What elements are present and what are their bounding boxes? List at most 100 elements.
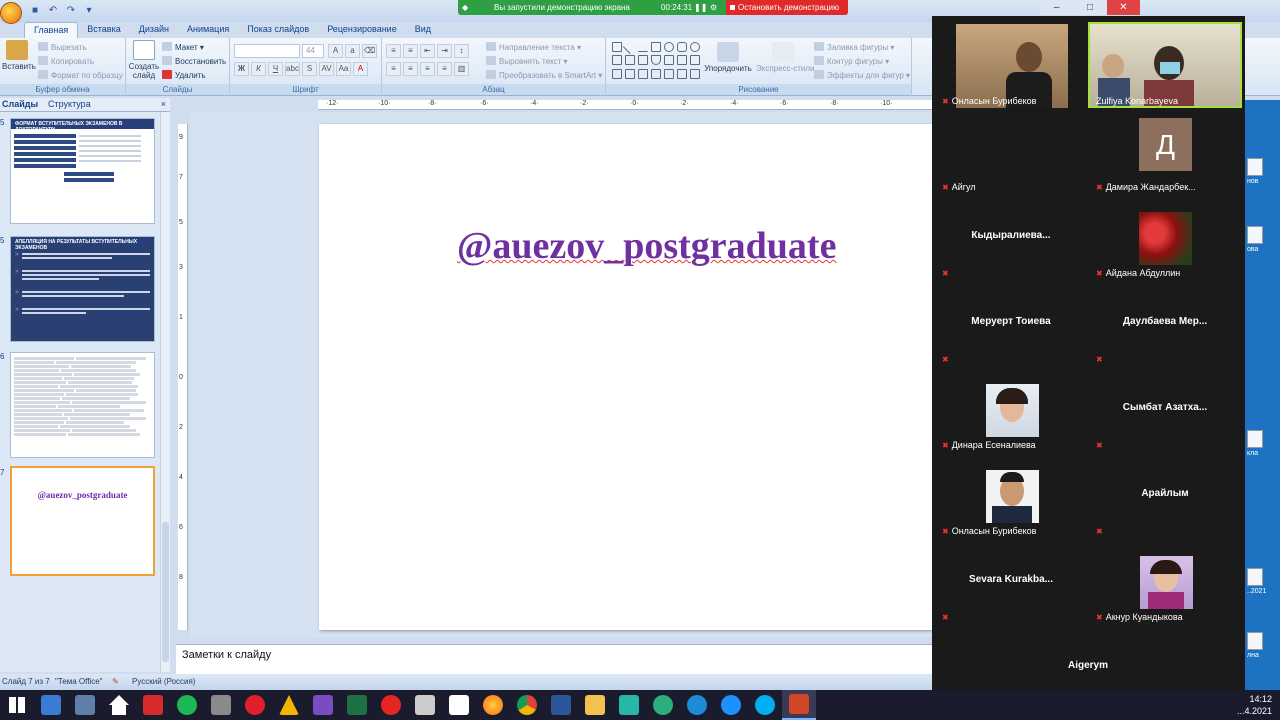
stop-share-button[interactable]: Остановить демонстрацию	[726, 0, 848, 15]
align-center-icon[interactable]: ≡	[403, 62, 418, 76]
participant-tile[interactable]: Сымбат Азатха... ✖	[1088, 366, 1242, 452]
indent-dec-icon[interactable]: ⇤	[420, 44, 435, 58]
participant-tile[interactable]: ✖ Айгул	[934, 108, 1088, 194]
save-icon[interactable]: ■	[28, 4, 42, 17]
desktop-icon[interactable]: ова	[1247, 226, 1280, 253]
participant-tile[interactable]: Sevara Kurakba... ✖	[934, 538, 1088, 624]
notes-field[interactable]: Заметки к слайду	[176, 644, 936, 674]
tab-review[interactable]: Рецензирование	[318, 22, 406, 38]
taskbar-app[interactable]	[68, 690, 102, 720]
taskbar-app[interactable]	[340, 690, 374, 720]
tab-design[interactable]: Дизайн	[130, 22, 178, 38]
taskbar-app[interactable]	[170, 690, 204, 720]
taskbar-app[interactable]	[476, 690, 510, 720]
reset-button[interactable]: Восстановить	[162, 56, 226, 66]
participant-tile[interactable]: Д ✖ Дамира Жандарбек...	[1088, 108, 1242, 194]
tab-view[interactable]: Вид	[406, 22, 440, 38]
taskbar-app[interactable]	[34, 690, 68, 720]
shapes-gallery[interactable]	[612, 39, 700, 80]
taskbar-app[interactable]	[136, 690, 170, 720]
participant-tile[interactable]: Меруерт Тоиева ✖	[934, 280, 1088, 366]
participant-tile[interactable]: ✖ Динара Есеналиева	[934, 366, 1088, 452]
italic-icon[interactable]: К	[251, 62, 266, 76]
font-name-combo[interactable]	[234, 44, 300, 58]
slide-title[interactable]: @auezov_postgraduate	[319, 224, 1019, 268]
paste-button[interactable]: Вставить	[2, 40, 36, 71]
layout-button[interactable]: Макет ▾	[162, 42, 204, 52]
taskbar-app[interactable]	[204, 690, 238, 720]
close-pane-icon[interactable]: ×	[161, 99, 166, 109]
tab-slides-pane[interactable]: Слайды	[2, 99, 38, 109]
case-icon[interactable]: Aa	[336, 62, 351, 76]
participant-tile-active[interactable]: Zulfiya Konarbayeva	[1088, 22, 1242, 108]
minimize-button[interactable]: –	[1040, 0, 1074, 15]
tab-outline-pane[interactable]: Структура	[48, 99, 91, 109]
participant-tile[interactable]: Арайлым ✖	[1088, 452, 1242, 538]
grow-font-icon[interactable]: A	[328, 44, 343, 58]
underline-icon[interactable]: Ч	[268, 62, 283, 76]
shape-fill-button[interactable]: Заливка фигуры ▾	[814, 42, 894, 52]
restore-button[interactable]: □	[1073, 0, 1107, 15]
current-slide[interactable]: @auezov_postgraduate	[319, 124, 932, 630]
strike-icon[interactable]: abc	[285, 62, 300, 76]
bold-icon[interactable]: Ж	[234, 62, 249, 76]
redo-icon[interactable]: ↷	[64, 4, 78, 17]
arrange-button[interactable]: Упорядочить	[704, 42, 752, 73]
copy-button[interactable]: Копировать	[38, 56, 94, 66]
align-right-icon[interactable]: ≡	[420, 62, 435, 76]
tab-home[interactable]: Главная	[24, 22, 79, 38]
text-direction-button[interactable]: Направление текста ▾	[486, 42, 581, 52]
desktop-icon[interactable]: лна	[1247, 632, 1280, 659]
taskbar-app[interactable]	[306, 690, 340, 720]
line-spacing-icon[interactable]: ↕	[454, 44, 469, 58]
taskbar-app[interactable]	[510, 690, 544, 720]
desktop-icon[interactable]: кла	[1247, 430, 1280, 457]
participant-tile[interactable]: Кыдыралиева... ✖	[934, 194, 1088, 280]
taskbar-app[interactable]	[680, 690, 714, 720]
taskbar-app[interactable]	[102, 690, 136, 720]
spellcheck-icon[interactable]: ✎	[112, 677, 119, 686]
taskbar-app[interactable]	[646, 690, 680, 720]
spacing-icon[interactable]: AV	[319, 62, 334, 76]
taskbar-app[interactable]	[408, 690, 442, 720]
close-button[interactable]: ✕	[1106, 0, 1140, 15]
clear-format-icon[interactable]: ⌫	[362, 44, 377, 58]
participant-tile[interactable]: Даулбаева Мер... ✖	[1088, 280, 1242, 366]
tab-animation[interactable]: Анимация	[178, 22, 238, 38]
slide-thumbnail-6[interactable]: АПЕЛЛЯЦИЯ НА РЕЗУЛЬТАТЫ ВСТУПИТЕЛЬНЫХ ЭК…	[10, 236, 155, 342]
new-slide-button[interactable]: Создать слайд	[128, 40, 160, 80]
slide-thumbnail-5[interactable]: ФОРМАТ ВСТУПИТЕЛЬНЫХ ЭКЗАМЕНОВ В ДОКТОРА…	[10, 118, 155, 224]
shape-effects-button[interactable]: Эффекты для фигур ▾	[814, 70, 910, 80]
language-indicator[interactable]: Русский (Россия)	[132, 677, 195, 686]
taskbar-app[interactable]	[578, 690, 612, 720]
desktop-icon[interactable]: ..2021	[1247, 568, 1280, 595]
taskbar-app[interactable]	[374, 690, 408, 720]
font-size-combo[interactable]: 44	[302, 44, 324, 58]
thumbnails-scrollbar[interactable]	[160, 112, 170, 672]
smartart-button[interactable]: Преобразовать в SmartArt ▾	[486, 70, 602, 80]
format-painter-button[interactable]: Формат по образцу	[38, 70, 123, 80]
pause-icon[interactable]: ❚❚	[694, 3, 707, 12]
shrink-font-icon[interactable]: a	[345, 44, 360, 58]
start-button[interactable]	[0, 690, 34, 720]
qat-dropdown-icon[interactable]: ▾	[82, 4, 96, 17]
taskbar-app[interactable]	[748, 690, 782, 720]
quick-styles-button[interactable]: Экспресс-стили	[756, 42, 815, 73]
tab-insert[interactable]: Вставка	[78, 22, 129, 38]
undo-icon[interactable]: ↶	[46, 4, 60, 17]
tab-slideshow[interactable]: Показ слайдов	[238, 22, 318, 38]
shadow-icon[interactable]: S	[302, 62, 317, 76]
slide-thumbnail-7[interactable]: @auezov_postgraduate	[10, 466, 155, 576]
numbering-icon[interactable]: ≡	[403, 44, 418, 58]
settings-icon[interactable]: ⚙	[710, 3, 717, 12]
taskbar-app[interactable]	[272, 690, 306, 720]
justify-icon[interactable]: ≡	[437, 62, 452, 76]
taskbar-app-powerpoint[interactable]	[782, 690, 816, 720]
participant-tile[interactable]: ✖ Акнур Куандыкова	[1088, 538, 1242, 624]
cut-button[interactable]: Вырезать	[38, 42, 87, 52]
delete-slide-button[interactable]: Удалить	[162, 70, 206, 80]
taskbar-app[interactable]	[612, 690, 646, 720]
scrollbar-thumb[interactable]	[162, 522, 169, 662]
columns-icon[interactable]: ▥	[454, 62, 469, 76]
desktop-icon[interactable]: нов	[1247, 158, 1280, 185]
